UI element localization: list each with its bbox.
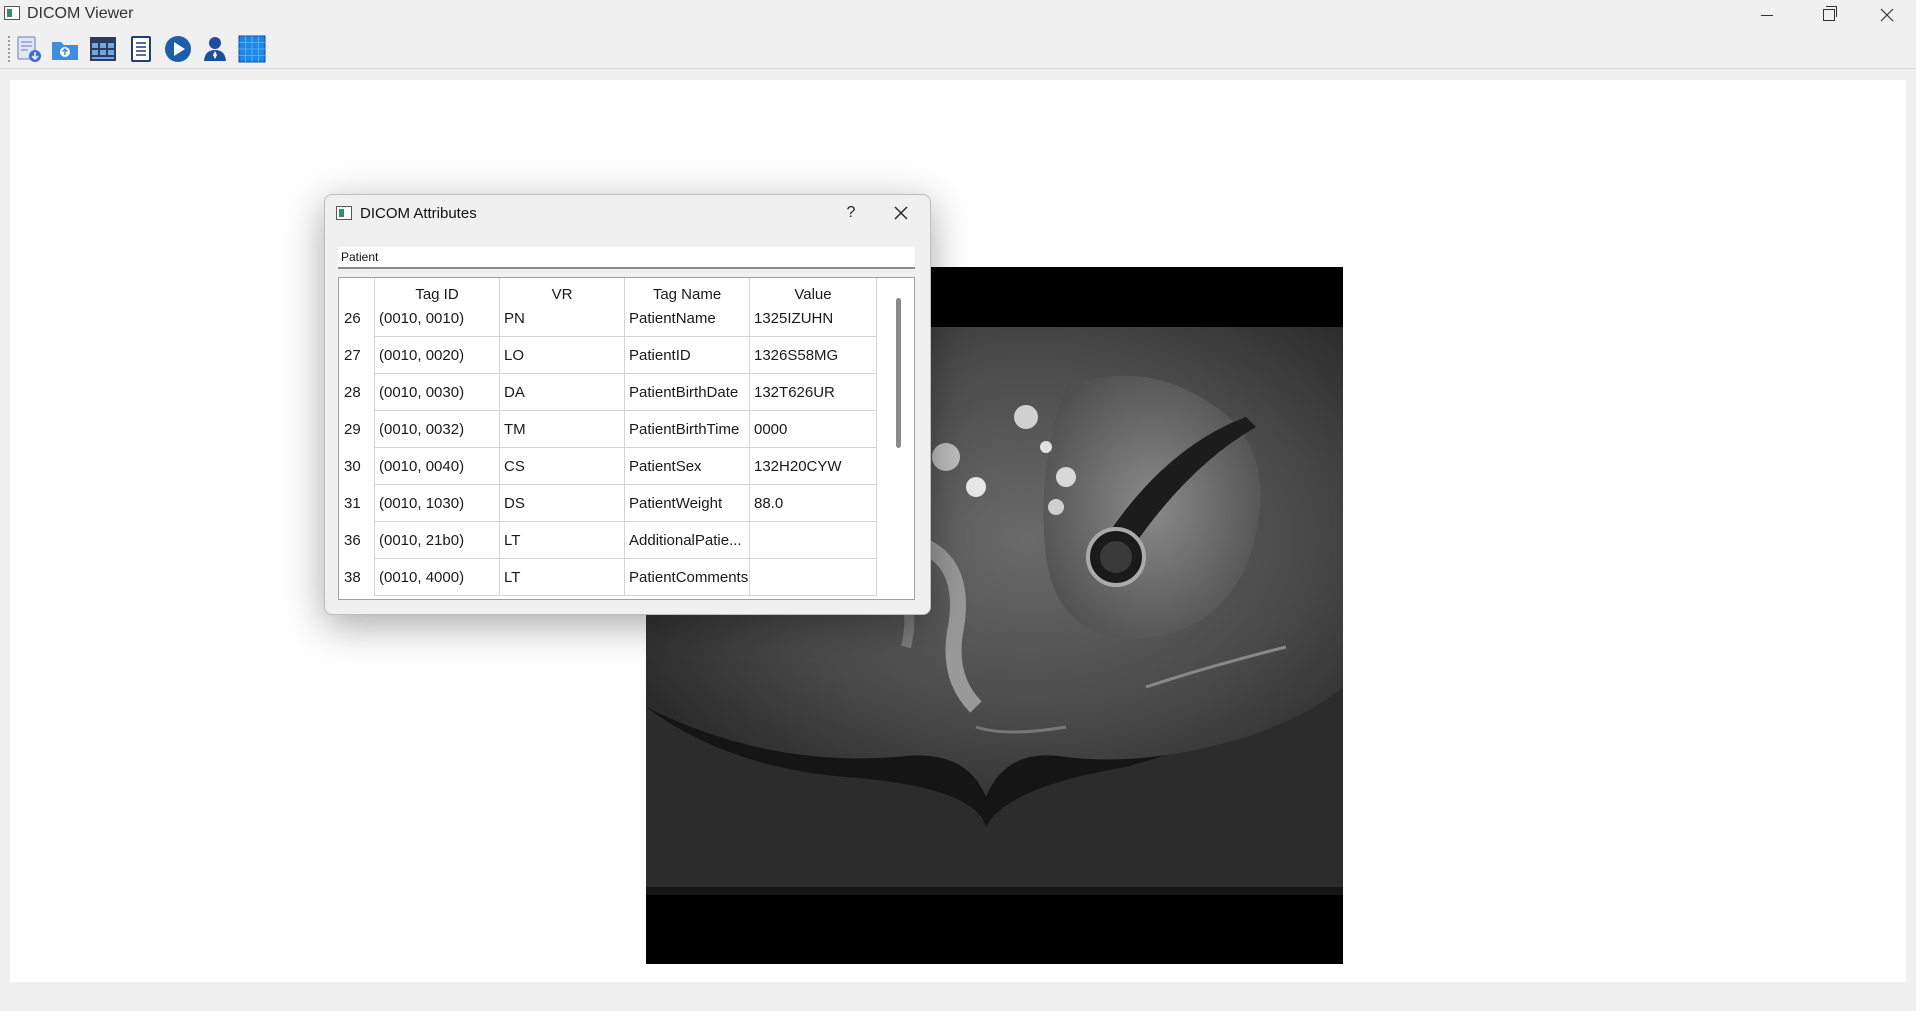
minimize-button[interactable]: [1738, 0, 1796, 30]
table-row[interactable]: 26 (0010, 0010) PN PatientName 1325IZUHN: [339, 300, 877, 337]
table-row[interactable]: 28 (0010, 0030) DA PatientBirthDate 132T…: [339, 374, 877, 411]
app-icon: [4, 6, 20, 20]
play-icon: [165, 36, 191, 62]
value-cell[interactable]: 0000: [750, 411, 877, 448]
grid-button[interactable]: [235, 33, 269, 65]
tag-id-cell[interactable]: (0010, 21b0): [375, 522, 500, 559]
tag-name-cell[interactable]: PatientID: [625, 337, 750, 374]
row-number: 28: [339, 374, 375, 411]
vertical-scrollbar[interactable]: [893, 292, 903, 592]
document-download-icon: [17, 36, 41, 62]
value-cell[interactable]: [750, 522, 877, 559]
attributes-table[interactable]: Tag ID VR Tag Name Value 26 (0010, 0010)…: [338, 277, 915, 600]
close-window-button[interactable]: [1858, 0, 1916, 30]
play-button[interactable]: [161, 33, 195, 65]
row-number: 27: [339, 337, 375, 374]
toolbar: [0, 30, 1916, 69]
row-number: 38: [339, 559, 375, 596]
table-row[interactable]: 31 (0010, 1030) DS PatientWeight 88.0: [339, 485, 877, 522]
attributes-button[interactable]: [124, 33, 158, 65]
viewer-area[interactable]: [10, 80, 1906, 982]
row-number: 26: [339, 300, 375, 337]
title-bar: DICOM Viewer: [0, 0, 1916, 30]
row-number: 29: [339, 411, 375, 448]
table-row[interactable]: 29 (0010, 0032) TM PatientBirthTime 0000: [339, 411, 877, 448]
open-folder-button[interactable]: [48, 33, 82, 65]
open-file-button[interactable]: [12, 33, 46, 65]
row-number: 31: [339, 485, 375, 522]
patient-button[interactable]: [198, 33, 232, 65]
close-icon: [1880, 8, 1894, 22]
tag-id-cell[interactable]: (0010, 0030): [375, 374, 500, 411]
person-icon: [204, 37, 226, 61]
tag-name-cell[interactable]: AdditionalPatie...: [625, 522, 750, 559]
table-row[interactable]: 30 (0010, 0040) CS PatientSex 132H20CYW: [339, 448, 877, 485]
dialog-title: DICOM Attributes: [360, 205, 477, 222]
help-button[interactable]: ?: [837, 201, 865, 225]
filter-input[interactable]: [338, 247, 915, 269]
value-cell[interactable]: 132H20CYW: [750, 448, 877, 485]
list-document-icon: [131, 36, 151, 62]
vr-cell[interactable]: TM: [500, 411, 625, 448]
tag-name-cell[interactable]: PatientBirthTime: [625, 411, 750, 448]
tag-id-cell[interactable]: (0010, 4000): [375, 559, 500, 596]
vr-cell[interactable]: LT: [500, 522, 625, 559]
series-view-button[interactable]: [86, 33, 120, 65]
tag-id-cell[interactable]: (0010, 0040): [375, 448, 500, 485]
value-cell[interactable]: 1326S58MG: [750, 337, 877, 374]
dialog-app-icon: [336, 206, 352, 220]
value-cell[interactable]: [750, 559, 877, 596]
table-row[interactable]: 38 (0010, 4000) LT PatientComments: [339, 559, 877, 596]
vr-cell[interactable]: CS: [500, 448, 625, 485]
grid-icon: [238, 35, 266, 63]
tag-id-cell[interactable]: (0010, 0020): [375, 337, 500, 374]
table-row[interactable]: 27 (0010, 0020) LO PatientID 1326S58MG: [339, 337, 877, 374]
tag-id-cell[interactable]: (0010, 1030): [375, 485, 500, 522]
vr-cell[interactable]: LO: [500, 337, 625, 374]
tag-name-cell[interactable]: PatientName: [625, 300, 750, 337]
tag-id-cell[interactable]: (0010, 0010): [375, 300, 500, 337]
tag-name-cell[interactable]: PatientBirthDate: [625, 374, 750, 411]
row-number: 36: [339, 522, 375, 559]
vr-cell[interactable]: LT: [500, 559, 625, 596]
restore-button[interactable]: [1800, 0, 1858, 30]
minimize-icon: [1761, 14, 1773, 16]
tag-name-cell[interactable]: PatientWeight: [625, 485, 750, 522]
tag-name-cell[interactable]: PatientComments: [625, 559, 750, 596]
vr-cell[interactable]: PN: [500, 300, 625, 337]
row-number: 30: [339, 448, 375, 485]
tag-name-cell[interactable]: PatientSex: [625, 448, 750, 485]
table-row[interactable]: 36 (0010, 21b0) LT AdditionalPatie...: [339, 522, 877, 559]
close-icon: [894, 206, 908, 220]
vr-cell[interactable]: DA: [500, 374, 625, 411]
dicom-attributes-dialog: DICOM Attributes ? Tag ID VR Tag Name Va…: [324, 194, 931, 615]
dialog-close-button[interactable]: [887, 201, 915, 225]
value-cell[interactable]: 132T626UR: [750, 374, 877, 411]
grid-layout-icon: [90, 37, 116, 61]
scrollbar-thumb[interactable]: [896, 298, 901, 448]
window-title: DICOM Viewer: [27, 5, 134, 22]
value-cell[interactable]: 1325IZUHN: [750, 300, 877, 337]
vr-cell[interactable]: DS: [500, 485, 625, 522]
tag-id-cell[interactable]: (0010, 0032): [375, 411, 500, 448]
value-cell[interactable]: 88.0: [750, 485, 877, 522]
folder-upload-icon: [52, 42, 78, 60]
restore-icon: [1823, 6, 1837, 21]
